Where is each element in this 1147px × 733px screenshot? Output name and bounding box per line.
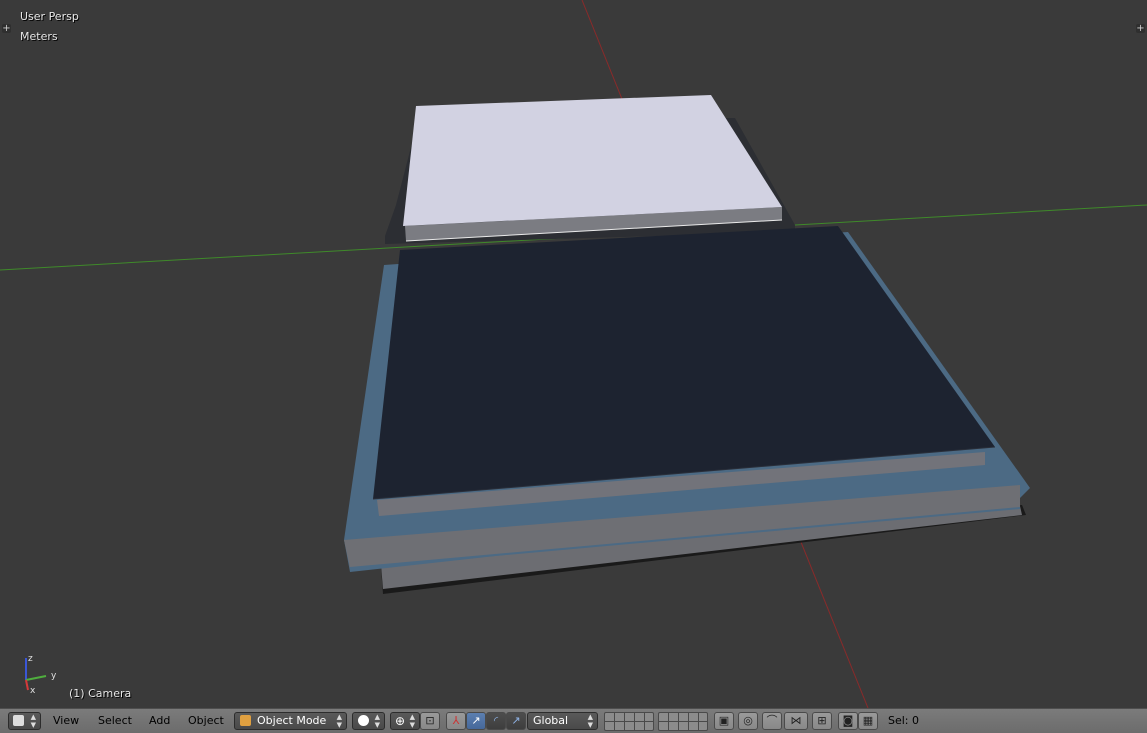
object-menu[interactable]: Object xyxy=(186,712,226,730)
camera-icon: ◙ xyxy=(842,714,854,727)
selection-count: Sel: 0 xyxy=(888,714,920,727)
snap-target-button[interactable]: ⊞ xyxy=(812,712,832,730)
region-expand-right-icon[interactable]: + xyxy=(1136,24,1145,34)
lock-icon: ▣ xyxy=(718,714,730,727)
active-object-label: (1) Camera xyxy=(69,687,132,700)
clapper-icon: ▦ xyxy=(862,714,874,727)
snap-element-icon: ⋈ xyxy=(790,714,802,727)
3d-viewport[interactable]: + + User Persp Meters (1) Camera z y x xyxy=(0,0,1147,708)
3d-view-cube-icon xyxy=(13,715,24,726)
proportional-edit-icon: ◎ xyxy=(743,714,753,727)
solid-sphere-icon xyxy=(358,715,369,726)
axis-y-label: y xyxy=(51,671,57,681)
region-expand-left-icon[interactable]: + xyxy=(2,24,11,34)
light-slab-top xyxy=(403,95,782,226)
select-menu[interactable]: Select xyxy=(96,712,134,730)
proportional-editing-button[interactable]: ◎ xyxy=(738,712,758,730)
render-animation-button[interactable]: ▦ xyxy=(858,712,878,730)
manipulator-axes-icon: ⅄ xyxy=(452,714,460,727)
translate-manipulator-button[interactable]: ↗ xyxy=(466,712,486,730)
axis-x-label: x xyxy=(30,686,36,696)
object-mode-icon xyxy=(240,715,251,726)
scale-arrow-icon: ↗ xyxy=(511,714,521,727)
lock-camera-button[interactable]: ▣ xyxy=(714,712,734,730)
rotate-arc-icon: ◜ xyxy=(493,714,499,727)
add-menu[interactable]: Add xyxy=(147,712,172,730)
scale-manipulator-button[interactable]: ↗ xyxy=(506,712,526,730)
layers-group-2[interactable] xyxy=(658,712,708,731)
manipulator-toggle-button[interactable]: ⅄ xyxy=(446,712,466,730)
axis-z-label: z xyxy=(28,654,33,664)
magnet-icon: ⌒ xyxy=(766,714,778,727)
layers-group-1[interactable] xyxy=(604,712,654,731)
pivot-align-icon: ⊡ xyxy=(425,714,435,727)
snap-toggle-button[interactable]: ⌒ xyxy=(762,712,782,730)
snap-element-button[interactable]: ⋈ xyxy=(784,712,808,730)
3d-view-header: ▲ ▼ View Select Add Object Object Mode ▲ ▼… xyxy=(0,708,1147,733)
pivot-align-button[interactable]: ⊡ xyxy=(420,712,440,730)
scene-canvas[interactable] xyxy=(0,0,1147,708)
view-name-label: User Persp xyxy=(20,10,79,23)
rotate-manipulator-button[interactable]: ◜ xyxy=(486,712,506,730)
axis-gizmo: z y x xyxy=(25,654,57,696)
pivot-point-selector[interactable]: ⊕ ▲ ▼ xyxy=(390,712,420,730)
transform-orientation-selector[interactable]: Global ▲ ▼ xyxy=(527,712,598,730)
view-menu[interactable]: View xyxy=(51,712,81,730)
editor-type-selector[interactable]: ▲ ▼ xyxy=(8,712,41,730)
mode-label: Object Mode xyxy=(257,714,327,727)
render-image-button[interactable]: ◙ xyxy=(838,712,858,730)
translate-arrow-icon: ↗ xyxy=(471,714,481,727)
viewport-shading-selector[interactable]: ▲ ▼ xyxy=(352,712,385,730)
snap-target-icon: ⊞ xyxy=(817,714,827,727)
mode-selector[interactable]: Object Mode ▲ ▼ xyxy=(234,712,347,730)
orientation-label: Global xyxy=(533,714,569,727)
pivot-point-icon: ⊕ xyxy=(395,714,406,728)
units-label: Meters xyxy=(20,30,58,43)
